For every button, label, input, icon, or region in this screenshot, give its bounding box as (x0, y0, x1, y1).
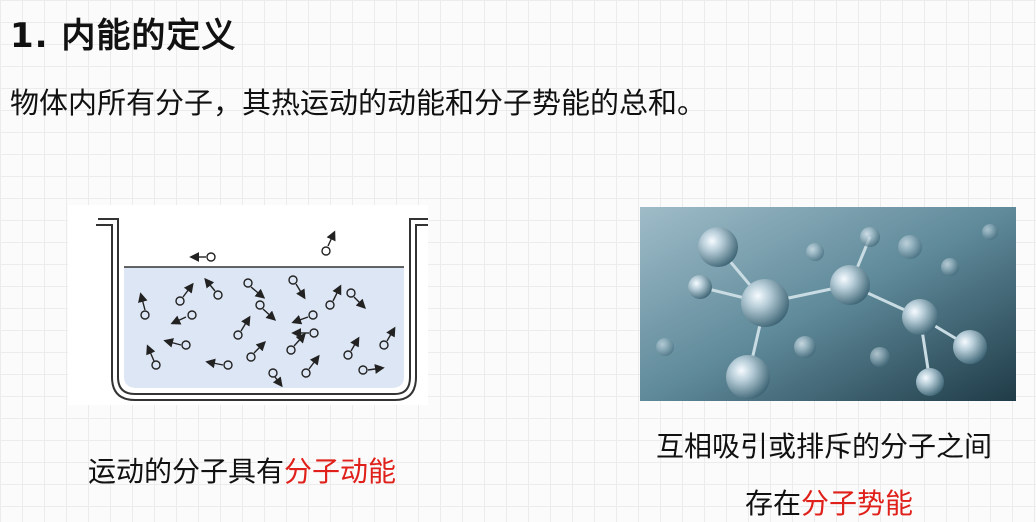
caption-attraction: 互相吸引或排斥的分子之间 (656, 430, 993, 463)
highlight-potential-energy: 分子势能 (801, 487, 914, 520)
water (124, 267, 404, 388)
caption-potential-energy: 存在分子势能 (745, 487, 914, 520)
caption-kinetic-energy: 运动的分子具有分子动能 (88, 455, 397, 488)
highlight-kinetic-energy: 分子动能 (284, 455, 397, 488)
molecule-photo (640, 207, 1016, 401)
slide-title: 1. 内能的定义 (10, 16, 237, 56)
beaker-illustration (68, 205, 428, 405)
definition-text: 物体内所有分子，其热运动的动能和分子势能的总和。 (10, 86, 707, 120)
